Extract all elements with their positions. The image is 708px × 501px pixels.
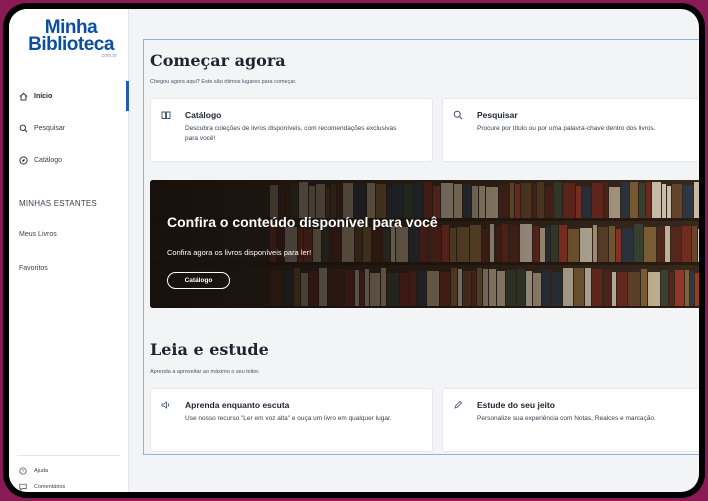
speaker-icon bbox=[161, 401, 170, 409]
help-link[interactable]: ? Ajuda bbox=[19, 467, 48, 475]
sidebar-item-label: Pesquisar bbox=[34, 124, 66, 132]
pencil-icon bbox=[454, 400, 463, 409]
sidebar-item-label: Catálogo bbox=[34, 156, 63, 164]
search-icon bbox=[453, 110, 463, 120]
study-style-card[interactable]: Estude do seu jeito Personalize sua expe… bbox=[442, 388, 699, 452]
banner-title: Confira o conteúdo disponível para você bbox=[167, 214, 438, 230]
logo-line-2: Biblioteca bbox=[28, 34, 114, 55]
compass-icon bbox=[19, 155, 28, 165]
svg-text:?: ? bbox=[22, 469, 25, 475]
listen-card[interactable]: Aprenda enquanto escuta Use nosso recurs… bbox=[150, 388, 433, 452]
logo[interactable]: Minha Biblioteca .com.br bbox=[21, 18, 121, 59]
search-icon bbox=[19, 124, 28, 132]
help-label: Ajuda bbox=[34, 468, 49, 474]
banner-subtitle: Confira agora os livros disponíveis para… bbox=[167, 248, 312, 257]
study-style-card-title: Estude do seu jeito bbox=[477, 400, 555, 410]
study-style-card-description: Personalize sua experiência com Notas, R… bbox=[477, 415, 656, 422]
catalog-card[interactable]: Catálogo Descubra coleções de livros dis… bbox=[150, 98, 433, 162]
search-card-description: Procure por título ou por uma palavra-ch… bbox=[477, 125, 656, 132]
sidebar-divider bbox=[17, 455, 120, 456]
comment-icon bbox=[19, 483, 27, 491]
sidebar-item-meus-livros[interactable]: Meus Livros bbox=[19, 231, 57, 238]
bookshelf-image bbox=[150, 180, 699, 308]
feedback-label: Comentários bbox=[34, 484, 66, 490]
search-card-title: Pesquisar bbox=[477, 110, 518, 120]
device-frame: Minha Biblioteca .com.br Início Pesquisa… bbox=[3, 3, 705, 498]
listen-card-description: Use nosso recurso "Ler em voz alta" e ou… bbox=[185, 415, 392, 422]
start-title: Começar agora bbox=[150, 51, 286, 70]
sidebar-item-catalogo[interactable]: Catálogo bbox=[9, 145, 129, 175]
start-subtitle: Chegou agora aqui? Este são ótimos lugar… bbox=[150, 79, 297, 85]
sidebar-item-inicio[interactable]: Início bbox=[9, 81, 129, 111]
search-card[interactable]: Pesquisar Procure por título ou por uma … bbox=[442, 98, 699, 162]
study-title: Leia e estude bbox=[150, 340, 269, 359]
feedback-link[interactable]: Comentários bbox=[19, 483, 65, 491]
listen-card-title: Aprenda enquanto escuta bbox=[185, 400, 290, 410]
shelves-heading: MINHAS ESTANTES bbox=[19, 199, 97, 208]
help-icon: ? bbox=[19, 467, 27, 475]
sidebar-item-label: Início bbox=[34, 92, 53, 100]
catalog-card-description: Descubra coleções de livros disponíveis,… bbox=[185, 125, 397, 142]
sidebar-item-pesquisar[interactable]: Pesquisar bbox=[9, 113, 129, 143]
home-icon bbox=[19, 92, 28, 101]
sidebar-item-favoritos[interactable]: Favoritos bbox=[19, 265, 48, 272]
book-icon bbox=[161, 111, 171, 119]
catalog-card-title: Catálogo bbox=[185, 110, 222, 120]
featured-banner: Confira o conteúdo disponível para você … bbox=[150, 180, 699, 308]
main-content: Começar agora Chegou agora aqui? Este sã… bbox=[143, 39, 699, 455]
study-subtitle: Aprenda a aproveitar ao máximo o seu lei… bbox=[150, 369, 260, 375]
app-screen: Minha Biblioteca .com.br Início Pesquisa… bbox=[9, 9, 699, 492]
sidebar: Minha Biblioteca .com.br Início Pesquisa… bbox=[9, 9, 129, 492]
catalog-button[interactable]: Catálogo bbox=[167, 272, 230, 289]
